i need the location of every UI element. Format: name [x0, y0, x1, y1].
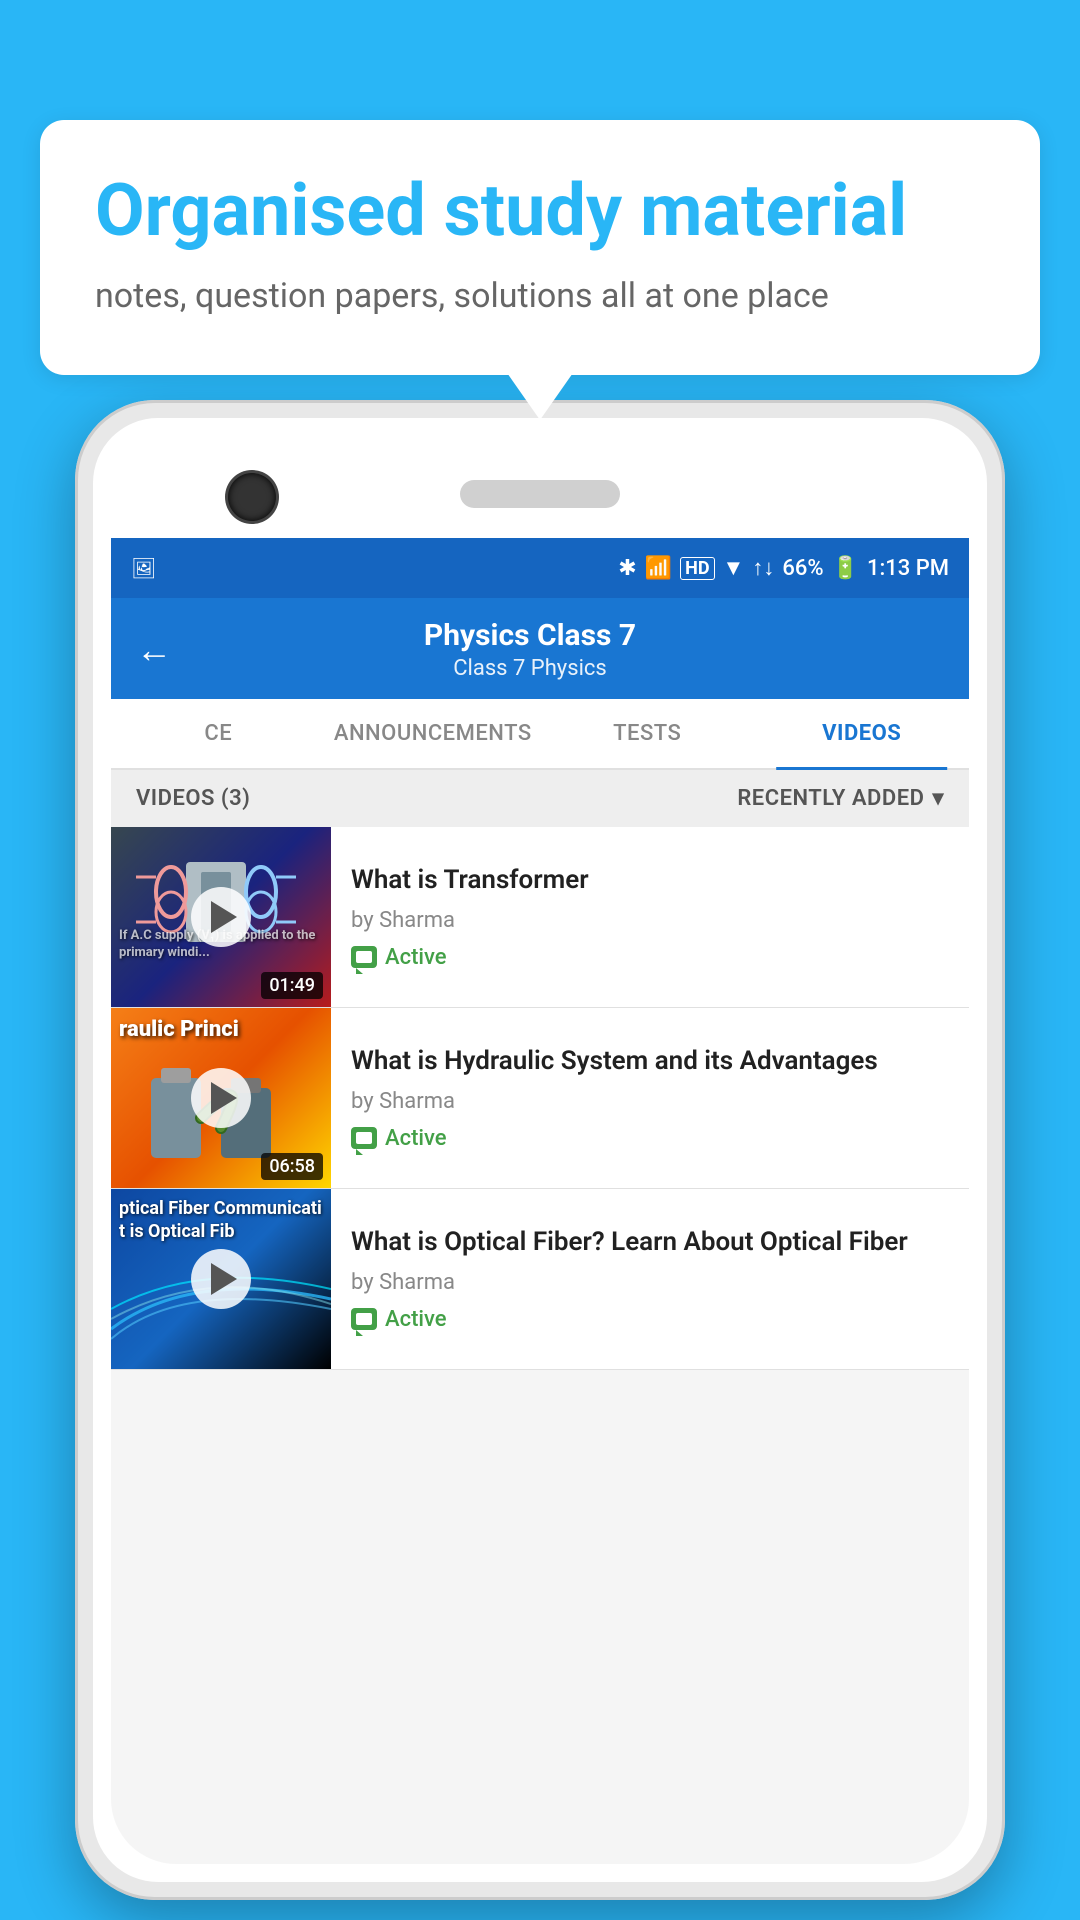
video-status-3: Active	[351, 1307, 949, 1332]
speech-bubble-container: Organised study material notes, question…	[40, 120, 1040, 375]
video-thumbnail-2: raulic Princi	[111, 1008, 331, 1188]
thumbnail-overlay-text-3: ptical Fiber Communicatit is Optical Fib	[119, 1197, 323, 1244]
tab-tests[interactable]: TESTS	[540, 699, 755, 768]
header-title-block: Physics Class 7 Class 7 Physics	[192, 618, 868, 681]
hd-badge: HD	[680, 557, 714, 580]
duration-badge-1: 01:49	[261, 972, 323, 999]
header-subtitle: Class 7 Physics	[192, 656, 868, 681]
video-info-2: What is Hydraulic System and its Advanta…	[331, 1008, 969, 1188]
wifi-icon: ▼	[723, 555, 745, 581]
video-info-3: What is Optical Fiber? Learn About Optic…	[331, 1189, 969, 1369]
video-title-2: What is Hydraulic System and its Advanta…	[351, 1045, 949, 1079]
status-left: 🖼	[131, 556, 156, 580]
sort-label: RECENTLY ADDED	[737, 786, 924, 811]
bubble-subtitle: notes, question papers, solutions all at…	[95, 273, 985, 321]
video-status-2: Active	[351, 1126, 949, 1151]
battery-icon: 🔋	[832, 556, 859, 581]
signal-icon: 📶	[645, 556, 672, 581]
chat-svg-2	[356, 1132, 372, 1144]
bubble-title: Organised study material	[95, 170, 985, 253]
clock: 1:13 PM	[867, 556, 949, 581]
video-thumbnail-3: ptical Fiber Communicatit is Optical Fib	[111, 1189, 331, 1369]
header-main-title: Physics Class 7	[192, 618, 868, 654]
video-thumbnail-1: If A.C supply (V₁) is applied to the pri…	[111, 827, 331, 1007]
video-author-1: by Sharma	[351, 908, 949, 933]
video-author-3: by Sharma	[351, 1270, 949, 1295]
status-bar: 🖼 ✱ 📶 HD ▼ ↑↓ 66% 🔋 1:13 PM	[111, 538, 969, 598]
video-count-label: VIDEOS (3)	[136, 786, 250, 811]
status-label-1: Active	[385, 945, 447, 970]
play-button-3[interactable]	[191, 1249, 251, 1309]
tab-ce[interactable]: CE	[111, 699, 326, 768]
chat-icon-2	[351, 1127, 377, 1149]
chevron-down-icon: ▾	[932, 786, 944, 811]
status-right: ✱ 📶 HD ▼ ↑↓ 66% 🔋 1:13 PM	[618, 555, 949, 581]
play-button-2[interactable]	[191, 1068, 251, 1128]
bluetooth-icon: ✱	[618, 556, 636, 581]
tab-videos[interactable]: VIDEOS	[755, 699, 970, 768]
chat-svg-1	[356, 951, 372, 963]
cellular-icon: ↑↓	[752, 555, 774, 581]
video-info-1: What is Transformer by Sharma Active	[331, 827, 969, 1007]
phone-frame: 🖼 ✱ 📶 HD ▼ ↑↓ 66% 🔋 1:13 PM ← Physics Cl…	[75, 400, 1005, 1900]
chat-icon-1	[351, 946, 377, 968]
chat-icon-3	[351, 1308, 377, 1330]
tabs-container: CE ANNOUNCEMENTS TESTS VIDEOS	[111, 699, 969, 770]
notification-icon: 🖼	[131, 556, 156, 580]
screen-content: 🖼 ✱ 📶 HD ▼ ↑↓ 66% 🔋 1:13 PM ← Physics Cl…	[111, 538, 969, 1864]
video-title-1: What is Transformer	[351, 864, 949, 898]
status-label-2: Active	[385, 1126, 447, 1151]
sort-button[interactable]: RECENTLY ADDED ▾	[737, 786, 944, 811]
status-label-3: Active	[385, 1307, 447, 1332]
side-button	[1003, 700, 1005, 780]
chat-svg-3	[356, 1313, 372, 1325]
speech-bubble: Organised study material notes, question…	[40, 120, 1040, 375]
thumbnail-overlay-text-2: raulic Princi	[119, 1016, 323, 1045]
phone-camera	[228, 473, 276, 521]
video-status-1: Active	[351, 945, 949, 970]
video-item-2[interactable]: raulic Princi	[111, 1008, 969, 1189]
duration-badge-2: 06:58	[261, 1153, 323, 1180]
video-author-2: by Sharma	[351, 1089, 949, 1114]
phone-inner: 🖼 ✱ 📶 HD ▼ ↑↓ 66% 🔋 1:13 PM ← Physics Cl…	[93, 418, 987, 1882]
back-button[interactable]: ←	[136, 632, 172, 668]
tab-announcements[interactable]: ANNOUNCEMENTS	[326, 699, 541, 768]
list-header: VIDEOS (3) RECENTLY ADDED ▾	[111, 770, 969, 827]
video-title-3: What is Optical Fiber? Learn About Optic…	[351, 1226, 949, 1260]
play-icon-3	[211, 1263, 237, 1295]
video-item[interactable]: If A.C supply (V₁) is applied to the pri…	[111, 827, 969, 1008]
play-button-1[interactable]	[191, 887, 251, 947]
app-header: ← Physics Class 7 Class 7 Physics	[111, 598, 969, 699]
video-item-3[interactable]: ptical Fiber Communicatit is Optical Fib…	[111, 1189, 969, 1370]
play-icon-1	[211, 901, 237, 933]
play-icon-2	[211, 1082, 237, 1114]
battery-percent: 66%	[782, 556, 823, 581]
phone-speaker	[460, 480, 620, 508]
